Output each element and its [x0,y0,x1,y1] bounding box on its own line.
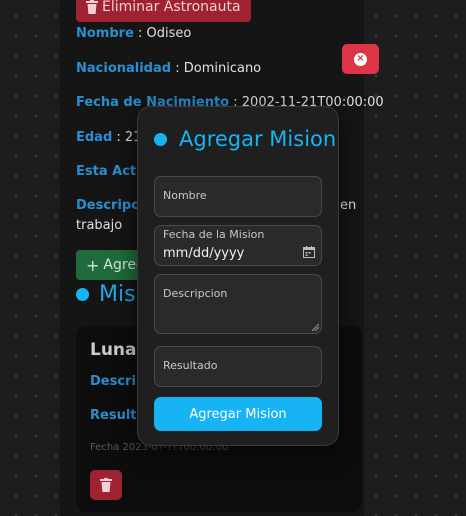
mission-description-textarea[interactable]: Descripcion [154,274,322,334]
mission-result-placeholder: Resultado [163,359,218,372]
trash-icon [86,0,98,14]
plus-icon: + [86,255,100,275]
mission-description-placeholder: Descripcion [163,287,228,300]
delete-mission-button[interactable] [90,470,122,500]
x-circle-icon: × [354,52,367,66]
missions-heading-text: Misi [99,282,142,307]
field-nombre: Nombre : Odiseo [76,26,192,41]
mission-result-input[interactable]: Resultado [154,346,322,387]
missions-heading: Misi [76,282,142,307]
close-modal-button[interactable]: × [342,44,379,74]
field-value: Odiseo [146,26,192,41]
resize-handle-icon[interactable] [311,323,319,331]
submit-mission-button[interactable]: Agregar Mision [154,397,322,431]
add-mission-modal: Agregar Mision Nombre Fecha de la Mision… [137,106,339,446]
modal-header: Agregar Mision [154,127,336,151]
field-label: Nombre [76,26,134,41]
field-label: Nacionalidad [76,61,172,76]
mission-date-label: Fecha de la Mision [163,228,265,241]
mission-date-input[interactable]: Fecha de la Mision mm/dd/yyyy [154,225,322,266]
calendar-icon[interactable] [303,246,315,258]
field-descripcion: Descripci [76,198,143,213]
field-label: Descripci [76,198,144,213]
field-value: Dominicano [183,61,262,76]
mission-title: Luna [90,340,137,360]
mission-name-input[interactable]: Nombre [154,176,322,217]
bullet-dot-icon [154,132,167,146]
field-edad: Edad : 21 [76,130,142,145]
modal-title: Agregar Mision [179,127,337,151]
field-label: Edad [76,130,113,145]
delete-astronaut-button[interactable]: Eliminar Astronauta [76,0,251,22]
trash-icon [100,478,112,492]
mission-date-value: mm/dd/yyyy [163,246,245,261]
mission-name-placeholder: Nombre [163,189,207,202]
bullet-dot-icon [76,288,89,301]
submit-mission-label: Agregar Mision [189,406,287,422]
field-nacionalidad: Nacionalidad : Dominicano [76,61,262,76]
delete-astronaut-label: Eliminar Astronauta [102,0,241,15]
description-text-tail: en [340,198,357,213]
description-text-line2: trabajo [76,218,123,233]
